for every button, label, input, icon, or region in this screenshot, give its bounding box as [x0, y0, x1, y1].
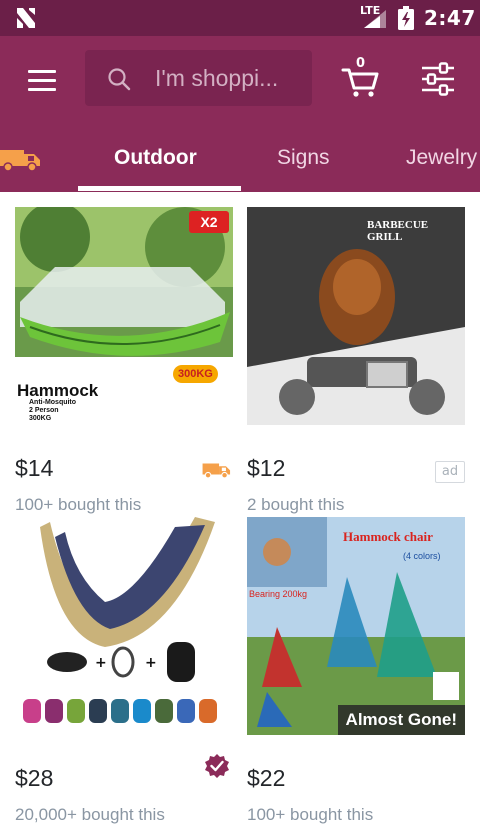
- menu-button[interactable]: [24, 66, 60, 96]
- fast-shipping-truck-icon: [202, 463, 231, 479]
- product-price: $14: [15, 455, 54, 481]
- ad-badge: ad: [435, 461, 465, 483]
- signal-icon: [364, 10, 386, 28]
- shipping-truck-icon[interactable]: [0, 142, 44, 174]
- image-weight-badge: 300KG: [173, 365, 218, 383]
- product-price: $28: [15, 765, 54, 791]
- hamburger-icon-line: [28, 79, 56, 82]
- battery-charging-icon: [398, 6, 414, 30]
- tab-signs[interactable]: Signs: [277, 146, 330, 170]
- filter-sliders-icon[interactable]: [418, 62, 458, 96]
- product-card[interactable]: Hammock chair (4 colors) Bearing 200kg A…: [247, 517, 465, 824]
- product-card[interactable]: X2 Hammock Anti-Mosquito 2 Person 300KG …: [15, 207, 233, 514]
- search-icon: [108, 68, 131, 91]
- product-grid: X2 Hammock Anti-Mosquito 2 Person 300KG …: [0, 192, 480, 824]
- image-colors-note: (4 colors): [403, 551, 441, 561]
- hamburger-icon: [28, 70, 56, 73]
- image-bearing-note: Bearing 200kg: [249, 589, 308, 599]
- image-feature-list: Anti-Mosquito 2 Person 300KG: [29, 399, 76, 423]
- product-image-hammock-net[interactable]: X2 Hammock Anti-Mosquito 2 Person 300KG …: [15, 207, 233, 425]
- product-card[interactable]: + + $28 20,000+ bought this: [15, 517, 233, 824]
- image-title: BARBECUE GRILL: [367, 219, 429, 243]
- cart-button[interactable]: 0: [340, 56, 382, 98]
- bought-count: 20,000+ bought this: [15, 805, 165, 824]
- product-price: $22: [247, 765, 286, 791]
- cart-icon: [341, 68, 379, 97]
- verified-check-icon: [205, 754, 229, 778]
- clock: 2:47: [424, 6, 476, 30]
- tab-jewelry[interactable]: Jewelry: [406, 146, 477, 170]
- product-image-hammock-chair[interactable]: Hammock chair (4 colors) Bearing 200kg A…: [247, 517, 465, 735]
- image-corner-tag: X2: [189, 211, 229, 233]
- hamburger-icon-line: [28, 88, 56, 91]
- svg-text:+: +: [145, 655, 157, 671]
- image-brand-text: Hammock: [17, 381, 99, 401]
- bought-count: 100+ bought this: [247, 805, 374, 824]
- search-bar[interactable]: [85, 50, 312, 106]
- product-image-bbq-grill[interactable]: BARBECUE GRILL: [247, 207, 465, 425]
- active-tab-indicator: [78, 186, 241, 191]
- bought-count: 100+ bought this: [15, 495, 142, 514]
- svg-text:+: +: [95, 655, 107, 671]
- image-feature: Anti-Mosquito: [29, 399, 77, 406]
- tab-outdoor[interactable]: Outdoor: [114, 146, 197, 170]
- image-title: Hammock chair: [343, 529, 433, 544]
- image-feature: 2 Person: [29, 407, 59, 414]
- product-image-hammock-colors[interactable]: + +: [15, 517, 233, 735]
- bought-count: 2 bought this: [247, 495, 345, 514]
- image-feature: 300KG: [29, 415, 52, 422]
- product-price: $12: [247, 455, 286, 481]
- app-bar: 0 Outdoor Signs Jewelry: [0, 36, 480, 192]
- search-input[interactable]: [155, 62, 305, 94]
- n-logo-icon: [17, 8, 35, 28]
- status-bar: LTE 2:47: [0, 0, 480, 36]
- product-card[interactable]: BARBECUE GRILL $12 ad 2 bought this: [247, 207, 465, 514]
- almost-gone-badge: Almost Gone!: [337, 705, 465, 735]
- category-tabs: Outdoor Signs Jewelry: [0, 136, 480, 192]
